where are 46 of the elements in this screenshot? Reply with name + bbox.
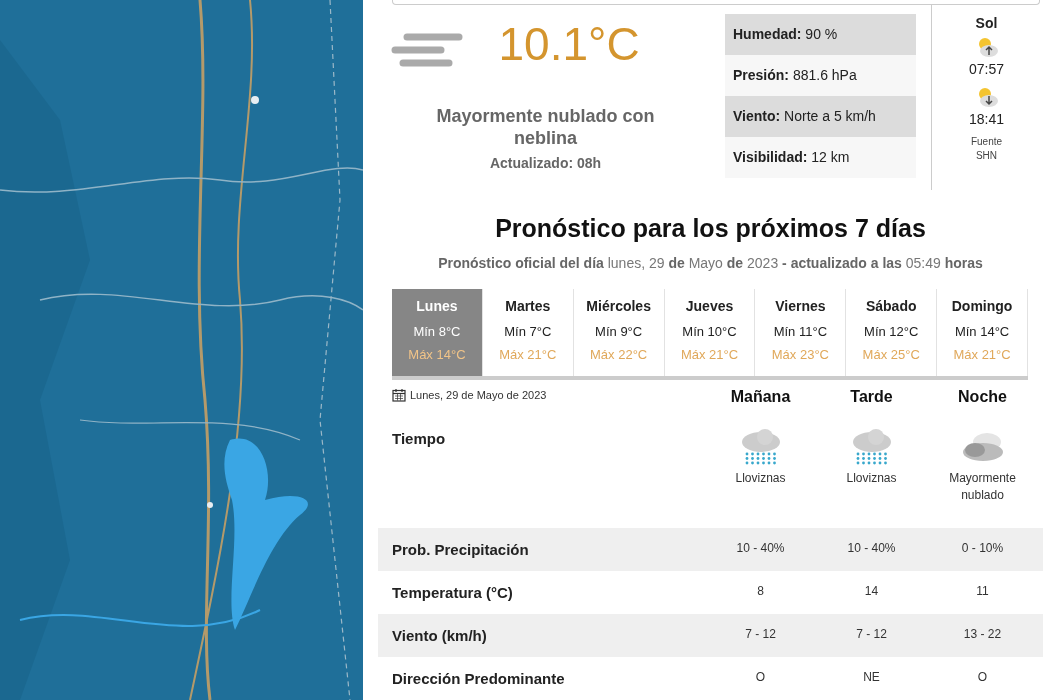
period-heading: Noche xyxy=(957,388,1008,406)
table-cell: 14 xyxy=(864,583,879,598)
day-tab[interactable]: Martes Mín 7°C Máx 21°C xyxy=(482,289,574,376)
sun-title: Sol xyxy=(975,15,998,31)
forecast-date: Lunes, 29 de Mayo de 2023 xyxy=(410,389,547,401)
table-cell: 10 - 40% xyxy=(736,540,785,555)
day-tab[interactable]: Jueves Mín 10°C Máx 21°C xyxy=(664,289,756,376)
updated-time: Actualizado: 08h xyxy=(489,155,602,171)
table-cell: 8 xyxy=(757,583,764,598)
row-label: Viento (km/h) xyxy=(392,626,487,644)
stat-row: Viento: Norte a 5 km/h xyxy=(725,96,916,137)
row-label: Tiempo xyxy=(392,430,446,447)
table-cell: 10 - 40% xyxy=(847,540,896,555)
row-label: Prob. Precipitación xyxy=(392,540,529,558)
table-cell: 11 xyxy=(976,583,989,598)
forecast-title: Pronóstico para los próximos 7 días xyxy=(494,214,927,243)
period-heading: Mañana xyxy=(729,388,792,406)
table-cell: 0 - 10% xyxy=(961,540,1004,555)
calendar-icon xyxy=(392,388,406,402)
day-tab[interactable]: Domingo Mín 14°C Máx 21°C xyxy=(937,289,1028,376)
day-tab[interactable]: Viernes Mín 11°C Máx 23°C xyxy=(755,289,847,376)
day-tab[interactable]: Miércoles Mín 9°C Máx 22°C xyxy=(573,289,665,376)
current-temperature: 10.1°C xyxy=(498,17,640,71)
day-tab[interactable]: Sábado Mín 12°C Máx 25°C xyxy=(846,289,938,376)
row-label: Dirección Predominante xyxy=(392,669,565,687)
row-label: Temperatura (°C) xyxy=(392,583,513,601)
day-tab[interactable]: Lunes Mín 8°C Máx 14°C xyxy=(392,289,483,376)
sunset-time: 18:41 xyxy=(968,111,1004,127)
period-heading: Tarde xyxy=(849,388,894,406)
stat-row: Visibilidad: 12 km xyxy=(725,137,916,178)
sunrise-time: 07:57 xyxy=(968,61,1004,77)
table-cell: O xyxy=(977,669,988,684)
condition-text: Mayormente nublado xyxy=(948,470,1017,504)
forecast-subtitle: Pronóstico oficial del día lunes, 29 de Mayo de 2023 - actualizado a las 05:49 horas xyxy=(437,255,984,271)
weather-description: Mayormente nublado con neblina xyxy=(435,105,656,149)
table-cell: 7 - 12 xyxy=(856,626,887,641)
table-cell: 13 - 22 xyxy=(963,626,1002,641)
condition-text: Lloviznas xyxy=(845,470,898,487)
condition-text: Lloviznas xyxy=(734,470,787,487)
table-cell: NE xyxy=(863,669,880,684)
source-note: Fuente SHN xyxy=(970,135,1003,163)
stat-row: Presión: 881.6 hPa xyxy=(725,55,916,96)
table-cell: 7 - 12 xyxy=(745,626,776,641)
fog-icon xyxy=(390,33,463,67)
table-cell: O xyxy=(755,669,766,684)
stat-row: Humedad: 90 % xyxy=(725,14,916,55)
